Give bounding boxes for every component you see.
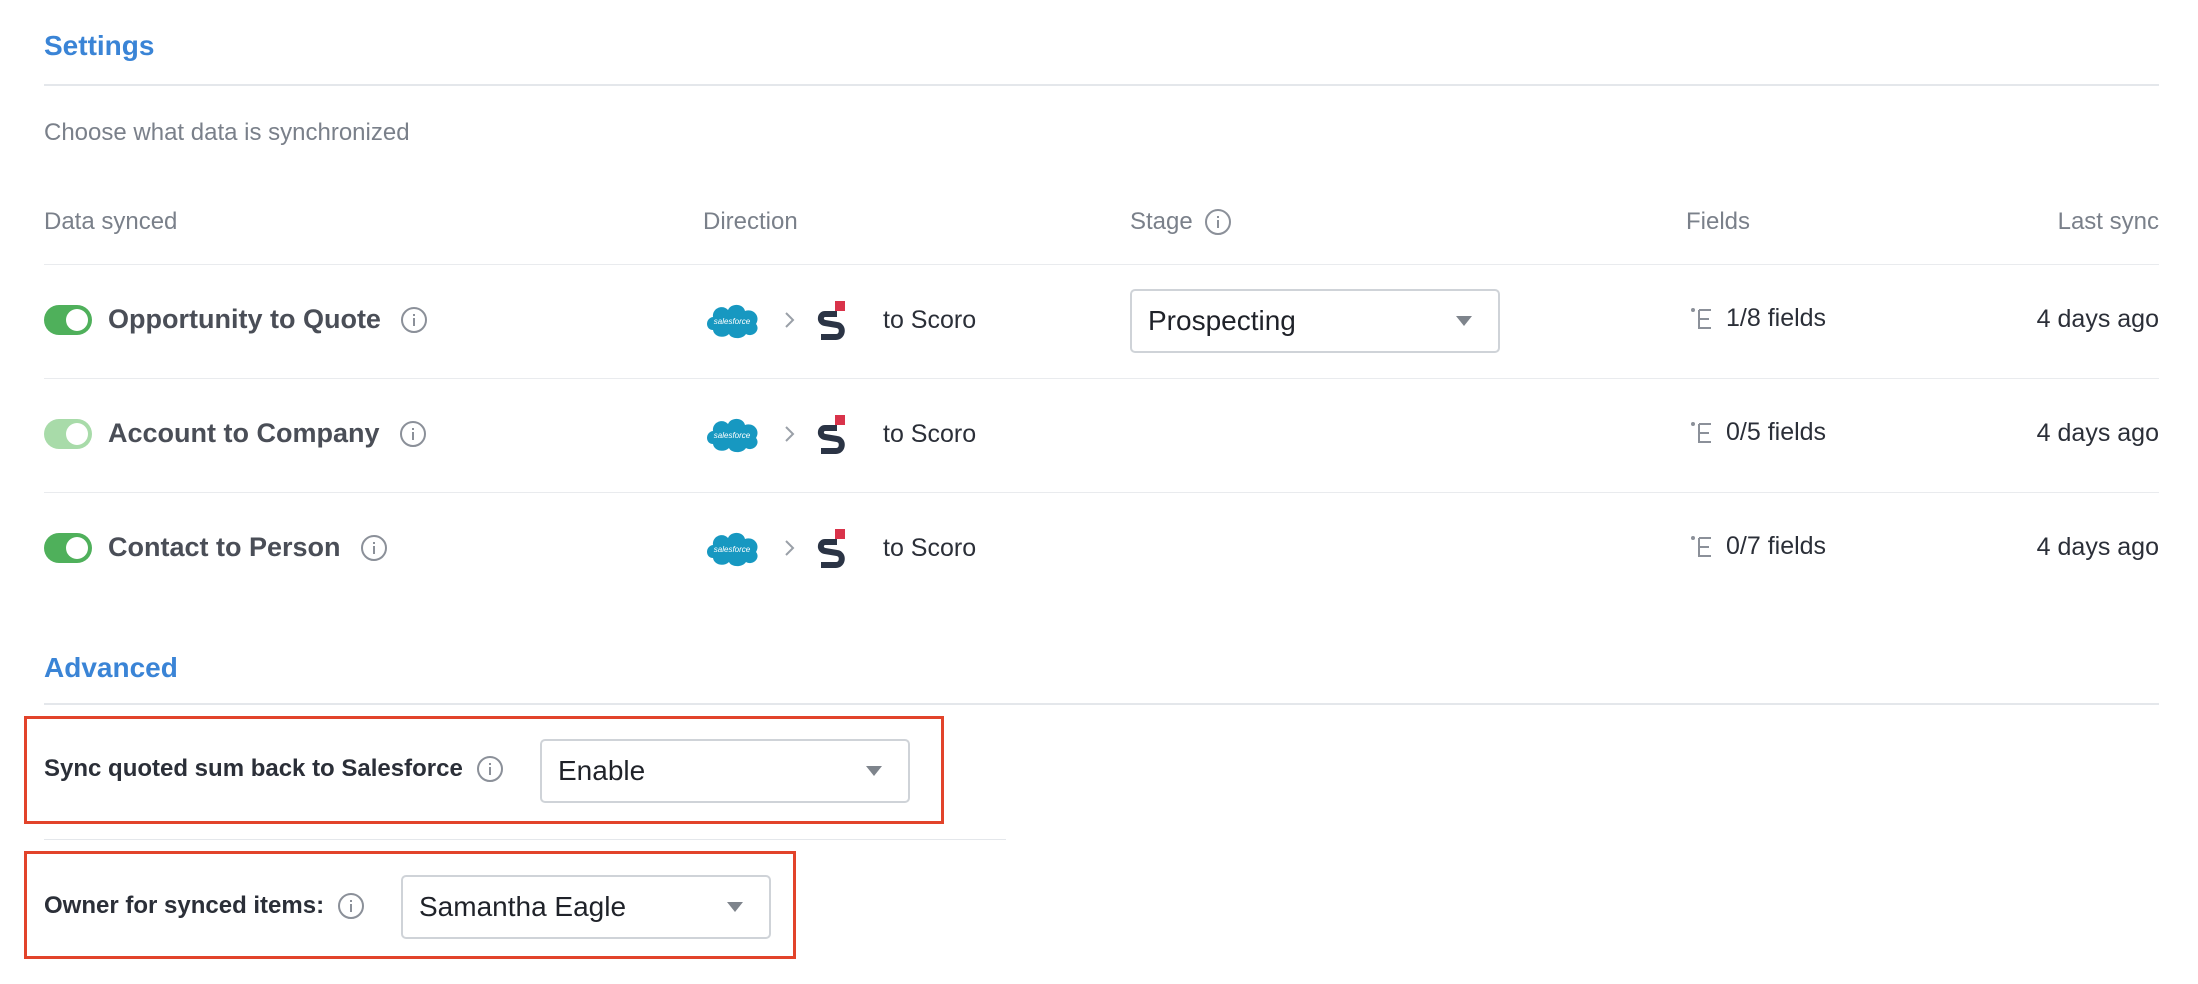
col-last-sync: Last sync: [2057, 208, 2159, 235]
chevron-right-icon: [785, 426, 795, 442]
row-label-account: Account to Company: [108, 418, 426, 449]
salesforce-icon: salesforce: [707, 304, 758, 339]
col-stage-label: Stage: [1130, 208, 1193, 235]
last-sync: 4 days ago: [2036, 419, 2159, 447]
direction-account: salesforce to Scoro: [703, 414, 976, 454]
stage-select[interactable]: Prospecting: [1130, 289, 1500, 353]
stage-info-icon[interactable]: [1204, 209, 1231, 235]
chevron-right-icon: [785, 540, 795, 556]
last-sync: 4 days ago: [2036, 305, 2159, 333]
advanced-divider: [44, 703, 2159, 705]
chevron-down-icon: [727, 902, 743, 912]
settings-title: Settings: [44, 30, 155, 61]
advanced-row-divider: [44, 839, 1006, 840]
sync-toggle-account[interactable]: [44, 419, 92, 449]
scoro-icon: [817, 301, 845, 340]
scoro-icon: [817, 529, 845, 568]
sync-row-account: Account to Company salesforce to Scoro 0…: [0, 378, 2198, 492]
owner-select[interactable]: Samantha Eagle: [401, 875, 771, 939]
chevron-right-icon: [785, 312, 795, 328]
sync-row-contact: Contact to Person salesforce to Scoro 0/…: [0, 492, 2198, 606]
advanced-title: Advanced: [44, 652, 178, 683]
direction-opportunity: salesforce to Scoro: [703, 300, 976, 340]
chevron-down-icon: [1456, 316, 1472, 326]
row-label-opportunity: Opportunity to Quote: [108, 304, 427, 335]
col-fields: Fields: [1686, 208, 1751, 235]
sync-sum-label: Sync quoted sum back to Salesforce: [44, 755, 503, 783]
owner-select-value: Samantha Eagle: [419, 891, 627, 922]
salesforce-icon: salesforce: [707, 418, 758, 453]
col-data-synced: Data synced: [44, 208, 178, 235]
col-direction: Direction: [703, 208, 798, 235]
direction-label: to Scoro: [883, 419, 977, 448]
fields-link-contact[interactable]: 0/7 fields: [1690, 532, 1826, 561]
stage-select-value: Prospecting: [1148, 305, 1296, 336]
info-icon[interactable]: [338, 893, 365, 919]
direction-label: to Scoro: [883, 533, 977, 562]
fields-count: 0/7 fields: [1726, 532, 1827, 560]
svg-text:salesforce: salesforce: [714, 431, 751, 440]
salesforce-icon: salesforce: [707, 532, 758, 567]
direction-contact: salesforce to Scoro: [703, 528, 976, 568]
fields-icon: [1691, 307, 1711, 329]
fields-count: 1/8 fields: [1726, 304, 1827, 332]
fields-icon: [1691, 535, 1711, 557]
sync-row-opportunity: Opportunity to Quote salesforce to Scoro…: [0, 264, 2198, 378]
sync-toggle-opportunity[interactable]: [44, 305, 92, 335]
settings-subtitle: Choose what data is synchronized: [44, 119, 410, 146]
info-icon[interactable]: [400, 306, 427, 333]
fields-icon: [1691, 421, 1711, 443]
row-label-contact: Contact to Person: [108, 532, 387, 563]
sync-sum-select[interactable]: Enable: [540, 739, 910, 803]
svg-text:salesforce: salesforce: [714, 317, 751, 326]
chevron-down-icon: [866, 766, 882, 776]
direction-label: to Scoro: [883, 305, 977, 334]
info-icon[interactable]: [399, 420, 426, 447]
fields-count: 0/5 fields: [1726, 418, 1827, 446]
last-sync: 4 days ago: [2036, 533, 2159, 561]
scoro-icon: [817, 415, 845, 454]
col-stage: Stage: [1130, 208, 1231, 236]
info-icon[interactable]: [476, 756, 503, 782]
sync-sum-select-value: Enable: [558, 755, 646, 786]
fields-link-account[interactable]: 0/5 fields: [1690, 418, 1826, 447]
info-icon[interactable]: [360, 534, 387, 561]
owner-label: Owner for synced items:: [44, 892, 365, 920]
settings-divider: [44, 84, 2159, 86]
svg-text:salesforce: salesforce: [714, 545, 751, 554]
fields-link-opportunity[interactable]: 1/8 fields: [1690, 304, 1826, 333]
sync-toggle-contact[interactable]: [44, 533, 92, 563]
